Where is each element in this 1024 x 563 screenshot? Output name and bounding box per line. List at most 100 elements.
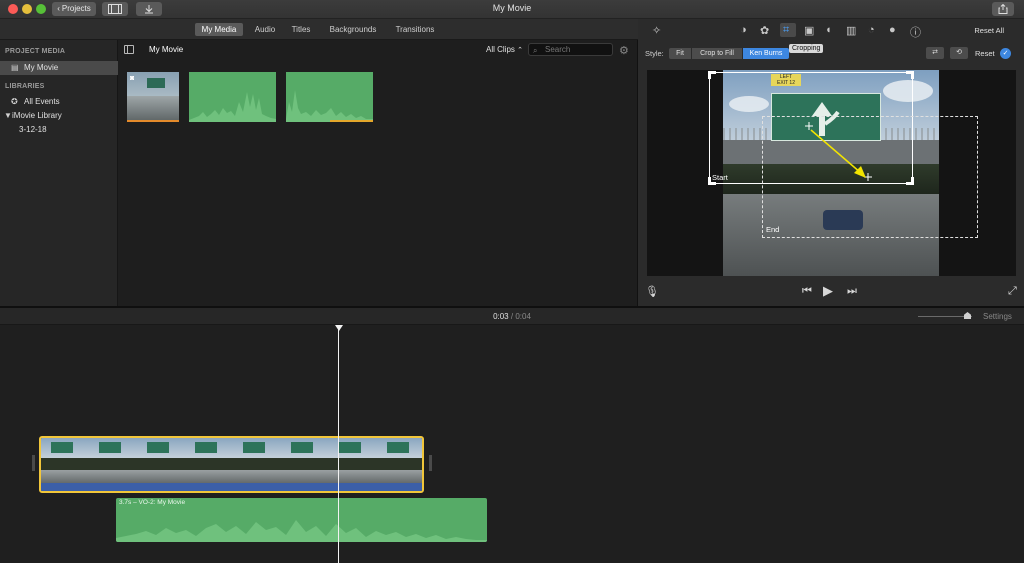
share-button[interactable]: [992, 2, 1014, 16]
clip-audio-strip: [41, 483, 422, 491]
tab-audio[interactable]: Audio: [250, 23, 280, 36]
timeline-right-handle[interactable]: [429, 455, 432, 471]
disclosure-triangle-icon[interactable]: ▼: [4, 109, 12, 123]
sidebar-item-label: All Events: [24, 97, 60, 106]
video-clip-thumbnail[interactable]: ◙: [127, 72, 179, 122]
speed-icon[interactable]: ◔: [868, 24, 875, 36]
style-fit-button[interactable]: Fit: [669, 48, 691, 59]
movie-project-icon: ▤: [11, 63, 19, 72]
info-icon[interactable]: ⓘ: [910, 24, 921, 40]
filmstrip-frame: [377, 438, 422, 485]
apply-checkmark-icon[interactable]: ✓: [1000, 48, 1011, 59]
color-correction-icon[interactable]: ✿: [760, 24, 769, 37]
sidebar-item-imovie-library[interactable]: ▼ iMovie Library: [0, 109, 118, 123]
browser-header: My Movie All Clips ⌃ ⌕ Search ⚙: [118, 40, 638, 60]
gear-icon[interactable]: ⚙: [619, 44, 629, 57]
window-title: My Movie: [492, 3, 532, 13]
tab-transitions[interactable]: Transitions: [390, 23, 440, 36]
playback-controls: 🎙︎ ⏮︎ ▶ ⏭︎ ⤢: [638, 281, 1024, 305]
tab-titles[interactable]: Titles: [287, 23, 315, 36]
total-time: 0:04: [515, 312, 531, 321]
style-ken-burns-button[interactable]: Ken Burns: [743, 48, 789, 59]
sidebar-item-my-movie[interactable]: ▤ My Movie: [0, 61, 118, 75]
sidebar-item-all-events[interactable]: ✪ All Events: [0, 95, 118, 109]
clip-filter-dropdown[interactable]: All Clips ⌃: [486, 45, 523, 54]
filmstrip-frame: [89, 438, 137, 485]
style-crop-to-fill-button[interactable]: Crop to Fill: [692, 48, 742, 59]
search-input[interactable]: ⌕ Search: [528, 43, 613, 56]
sidebar-item-label: My Movie: [24, 63, 59, 72]
timeline-zoom-slider[interactable]: [918, 316, 972, 317]
filmstrip-frame: [281, 438, 329, 485]
waveform: [189, 92, 276, 122]
search-icon: ⌕: [533, 46, 538, 55]
timeline-left-handle[interactable]: [32, 455, 35, 471]
timeline: 3.7s – VO-2: My Movie: [0, 325, 1024, 563]
tab-my-media[interactable]: My Media: [195, 23, 243, 36]
voiceover-clip-label: 3.7s – VO-2: My Movie: [119, 499, 186, 506]
fullscreen-icon[interactable]: ⤢: [1008, 285, 1017, 298]
camera-icon: ◙: [130, 75, 135, 82]
motion-direction-arrow: [805, 122, 872, 181]
voiceover-audio-clip[interactable]: 3.7s – VO-2: My Movie: [116, 498, 487, 542]
playhead-marker[interactable]: [335, 325, 343, 331]
rotate-icon: ⟲: [956, 49, 962, 56]
project-media-header: PROJECT MEDIA: [5, 48, 66, 55]
search-placeholder: Search: [545, 45, 571, 54]
filmstrip-frame: [41, 438, 89, 485]
noise-reduction-icon[interactable]: ▥: [846, 24, 856, 37]
media-browser: My Movie All Clips ⌃ ⌕ Search ⚙ ◙: [118, 40, 638, 306]
microphone-icon[interactable]: 🎙︎: [645, 285, 659, 298]
filmstrip-frame: [185, 438, 233, 485]
star-icon: ✪: [11, 97, 18, 106]
video-preview-canvas: LEFT EXIT 12 Start End: [647, 70, 1016, 276]
filmstrip-frame: [233, 438, 281, 485]
skip-forward-icon[interactable]: ⏭︎: [847, 285, 857, 298]
crop-style-row: Style: Fit Crop to Fill Ken Burns ⇄ ⟲ Re…: [638, 46, 1024, 60]
media-tab-bar: My Media Audio Titles Backgrounds Transi…: [0, 19, 638, 40]
waveform: [286, 90, 373, 122]
style-label: Style:: [645, 49, 664, 58]
playhead-line[interactable]: [338, 327, 339, 563]
adjustment-toolbar: ✧ ◑ ✿ ⌗ ▣ ◖ ▥ ◔ ● ⓘ Reset All: [638, 19, 1024, 43]
stabilization-icon[interactable]: ▣: [804, 24, 814, 37]
timecode: 0:03 / 0:04: [0, 312, 1024, 321]
reset-all-button[interactable]: Reset All: [974, 26, 1004, 35]
library-sidebar: PROJECT MEDIA ▤ My Movie LIBRARIES ✪ All…: [0, 40, 118, 306]
play-preview-button[interactable]: ⟲: [950, 47, 968, 59]
sidebar-item-label: iMovie Library: [12, 111, 62, 120]
libraries-header: LIBRARIES: [5, 83, 45, 90]
sidebar-item-label: 3-12-18: [19, 125, 47, 134]
volume-icon[interactable]: ◖: [825, 24, 832, 36]
swap-start-end-button[interactable]: ⇄: [926, 47, 944, 59]
title-bar: ‹ Projects My Movie: [0, 0, 1024, 19]
timeline-header: 0:03 / 0:04 Settings: [0, 308, 1024, 325]
timeline-video-clip[interactable]: [39, 436, 424, 493]
magic-wand-icon[interactable]: ✧: [652, 24, 661, 37]
chevron-updown-icon: ⌃: [517, 47, 524, 54]
filmstrip-frame: [329, 438, 377, 485]
audio-clip-thumbnail[interactable]: [189, 72, 276, 122]
skip-back-icon[interactable]: ⏮︎: [802, 285, 812, 298]
swap-icon: ⇄: [932, 49, 938, 56]
current-time: 0:03: [493, 312, 509, 321]
filter-icon[interactable]: ●: [889, 24, 896, 36]
crop-icon[interactable]: ⌗: [783, 24, 789, 37]
filmstrip-frame: [137, 438, 185, 485]
audio-clip-thumbnail[interactable]: [286, 72, 373, 122]
browser-title: My Movie: [149, 45, 184, 54]
share-icon: [998, 3, 1008, 14]
viewer-panel: ✧ ◑ ✿ ⌗ ▣ ◖ ▥ ◔ ● ⓘ Reset All Cropping S…: [638, 19, 1024, 306]
imovie-window: ‹ Projects My Movie My Media Audio Titles…: [0, 0, 1024, 563]
used-clip-indicator: [127, 120, 179, 122]
used-clip-indicator: [330, 120, 373, 122]
sidebar-item-event-3-12-18[interactable]: 3-12-18: [0, 123, 118, 137]
time-separator: /: [510, 312, 514, 321]
color-balance-icon[interactable]: ◑: [740, 24, 747, 36]
sidebar-toggle-icon[interactable]: [124, 45, 134, 54]
timeline-settings-button[interactable]: Settings: [983, 312, 1012, 321]
reset-button[interactable]: Reset: [975, 49, 995, 58]
play-icon[interactable]: ▶: [823, 283, 833, 299]
tab-backgrounds[interactable]: Backgrounds: [324, 23, 382, 36]
clip-filter-label: All Clips: [486, 45, 515, 54]
